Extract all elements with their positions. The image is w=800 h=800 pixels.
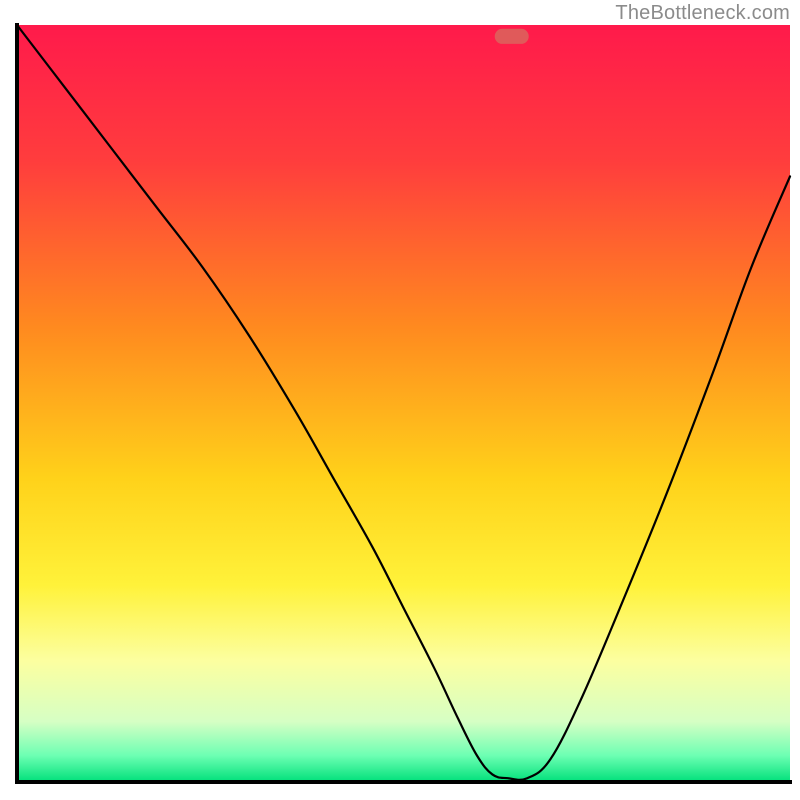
optimum-marker <box>495 29 529 44</box>
plot-background <box>17 25 790 782</box>
bottleneck-chart <box>0 0 800 800</box>
watermark-text: TheBottleneck.com <box>615 2 790 25</box>
chart-container: TheBottleneck.com <box>0 0 800 800</box>
